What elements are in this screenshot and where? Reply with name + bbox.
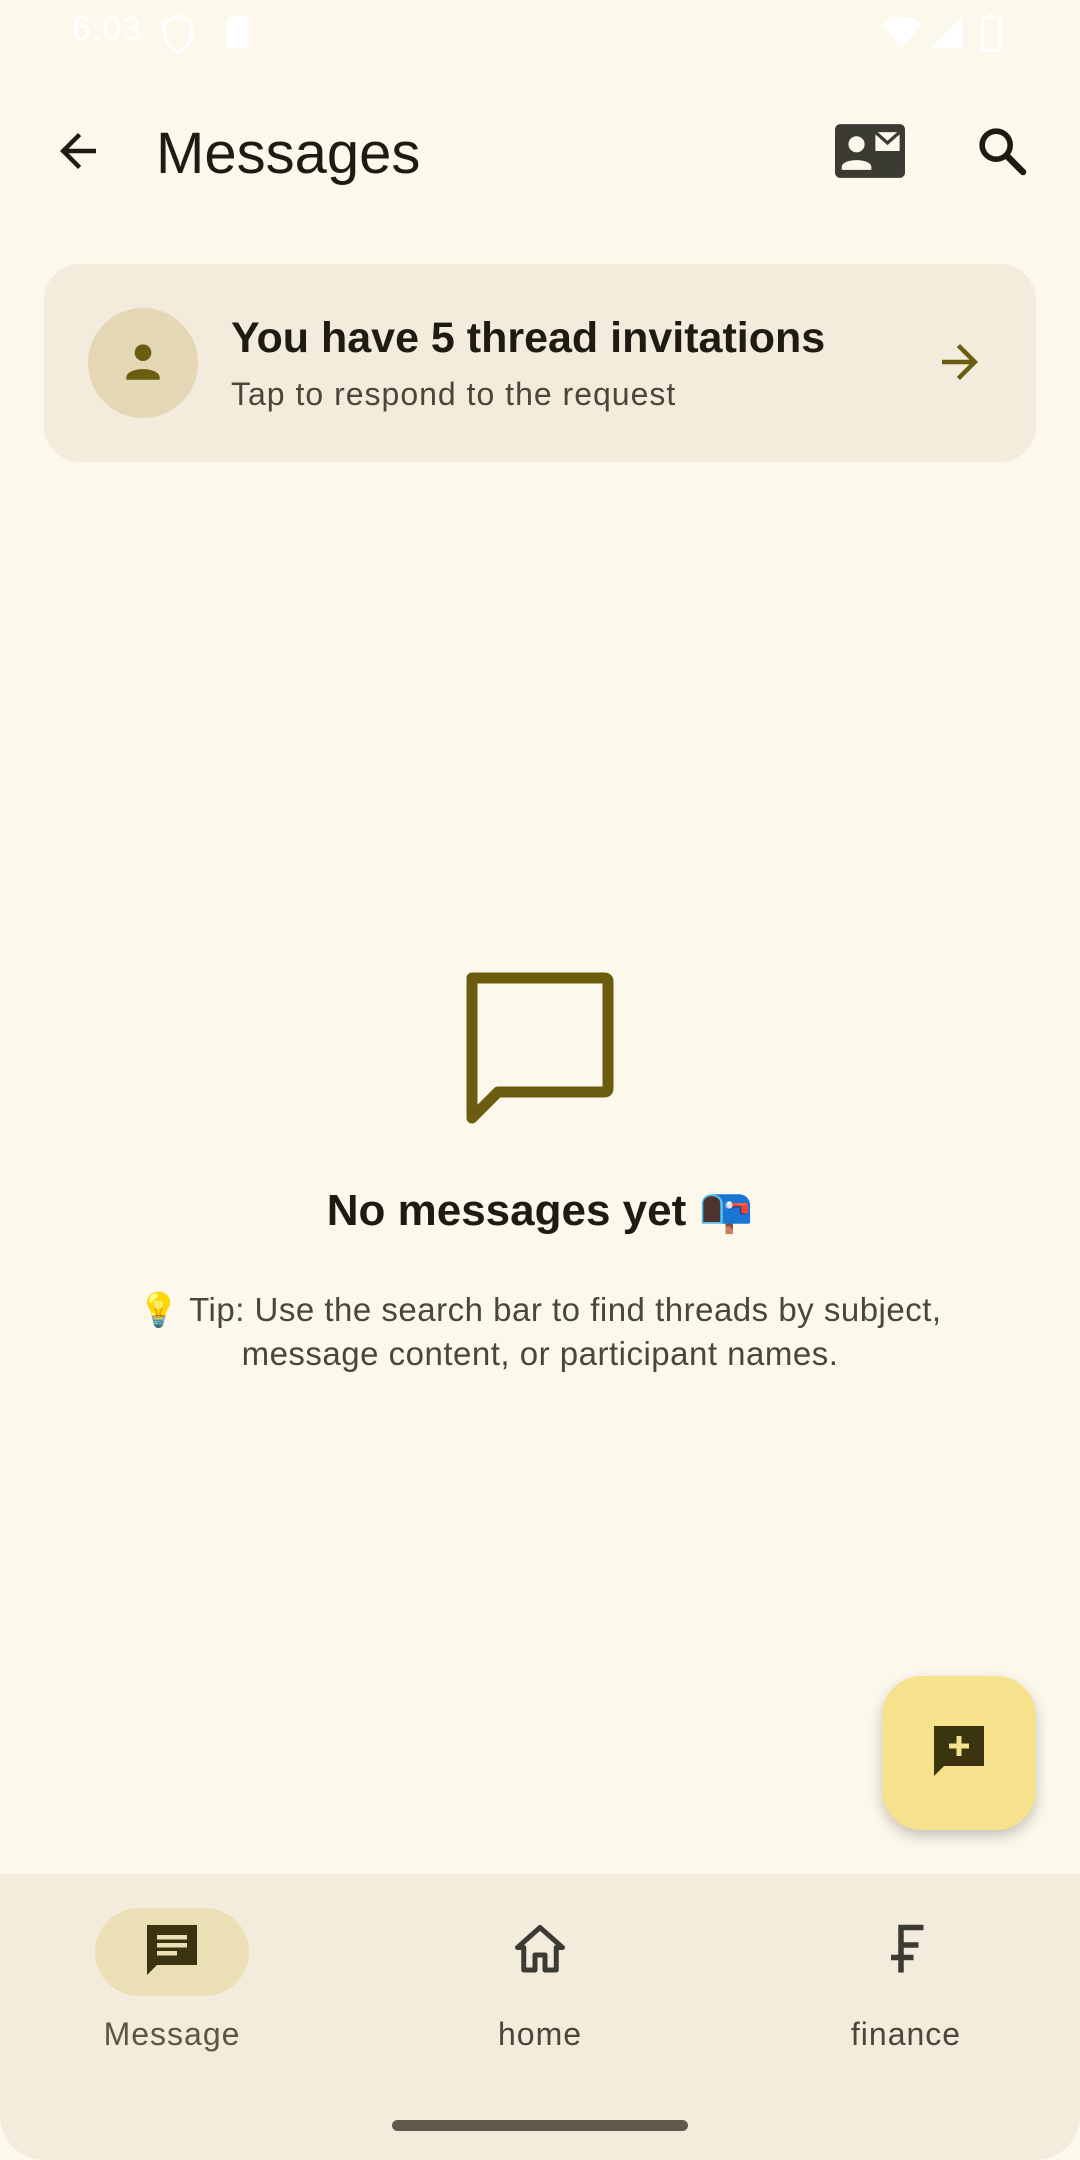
back-button[interactable] [30,105,126,201]
arrow-back-icon [51,124,105,183]
contacts-button[interactable] [822,105,918,201]
nav-icon-container [463,1908,617,1996]
nav-label-home: home [497,2016,583,2052]
empty-state-title: No messages yet 📭 [326,1186,754,1235]
empty-state-tip: 💡 Tip: Use the search bar to find thread… [138,1291,942,1372]
search-button[interactable] [954,105,1050,201]
message-icon [142,1920,202,1985]
messages-screen: 6:03 Messages You have 5 thread invitati… [0,0,1080,2160]
home-indicator[interactable] [392,2120,688,2131]
home-icon [510,1920,570,1985]
signal-icon [928,14,964,55]
new-message-fab[interactable] [882,1676,1036,1830]
arrow-forward-icon [924,326,996,398]
search-icon [974,123,1030,184]
currency-icon [876,1920,936,1985]
nav-icon-container [829,1908,983,1996]
invitations-subtitle: Tap to respond to the request [231,376,677,412]
status-time: 6:03 [72,10,143,48]
nav-label-message: Message [103,2016,241,2052]
status-bar: 6:03 [0,0,1080,64]
thread-invitations-card[interactable]: You have 5 thread invitations Tap to res… [44,264,1036,462]
add-comment-icon [929,1721,989,1786]
nav-item-message[interactable]: Message [22,1908,322,2078]
sim-card-icon [222,14,252,55]
person-icon [118,336,168,391]
page-title: Messages [156,121,421,186]
top-app-bar: Messages [0,90,1080,216]
nav-active-indicator [95,1908,249,1996]
chat-bubble-outline-icon [462,970,618,1126]
contact-mail-icon [835,123,905,184]
battery-icon [980,14,1002,57]
shield-icon [160,14,196,59]
nav-item-finance[interactable]: finance [756,1908,1056,2078]
avatar [88,308,198,418]
nav-label-finance: finance [850,2016,962,2052]
invitations-title: You have 5 thread invitations [231,314,826,362]
nav-item-home[interactable]: home [390,1908,690,2078]
wifi-icon [880,14,924,55]
bottom-navigation: Message home finance [0,1874,1080,2160]
